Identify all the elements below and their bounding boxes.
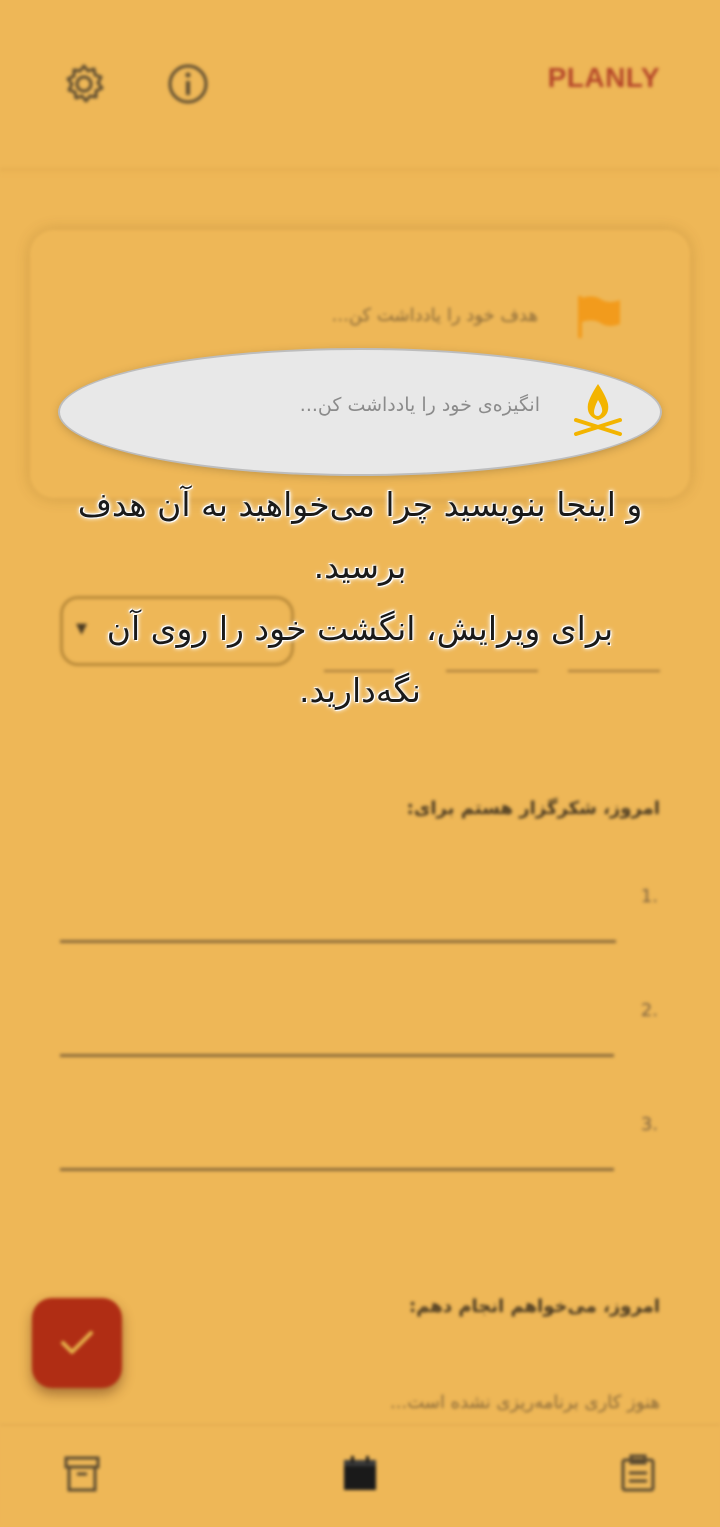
campfire-icon [574,384,622,436]
goal-input[interactable]: هدف خود را یادداشت کن... [332,305,538,326]
header-divider [0,168,720,174]
archive-icon [64,1456,100,1492]
clipboard-icon [621,1454,655,1492]
gratitude-number: 3. [640,1114,658,1135]
gratitude-title: امروز، شکرگزار هستم برای: [406,798,660,819]
gratitude-input-3[interactable] [60,1168,614,1171]
gratitude-input-2[interactable] [60,1054,614,1057]
motivation-input[interactable]: انگیزه‌ی خود را یادداشت کن... [300,394,540,416]
info-button[interactable] [166,62,210,110]
app-brand: PLANLY [547,62,660,93]
nav-notes-button[interactable] [618,1454,658,1498]
nav-calendar-button[interactable] [340,1454,380,1498]
tasks-title: امروز، می‌خواهم انجام دهم: [409,1296,660,1317]
checkmark-icon [61,1331,93,1354]
nav-archive-button[interactable] [62,1454,102,1498]
gratitude-number: 1. [640,886,658,907]
tutorial-tooltip-text: و اینجا بنویسید چرا می‌خواهید به آن هدف … [77,485,643,710]
gear-icon [66,64,104,103]
calendar-icon [344,1456,376,1490]
gratitude-input-1[interactable] [60,940,616,943]
gratitude-number: 2. [640,1000,658,1021]
info-icon [168,64,208,104]
flag-icon [578,296,620,338]
complete-fab-button[interactable] [32,1298,122,1388]
settings-button[interactable] [62,62,106,110]
app-background-layer: PLANLY هدف خود را یادداشت کن... ▾ امروز،… [0,0,720,1527]
tasks-empty-text: هنوز کاری برنامه‌ریزی نشده است... [390,1392,660,1413]
